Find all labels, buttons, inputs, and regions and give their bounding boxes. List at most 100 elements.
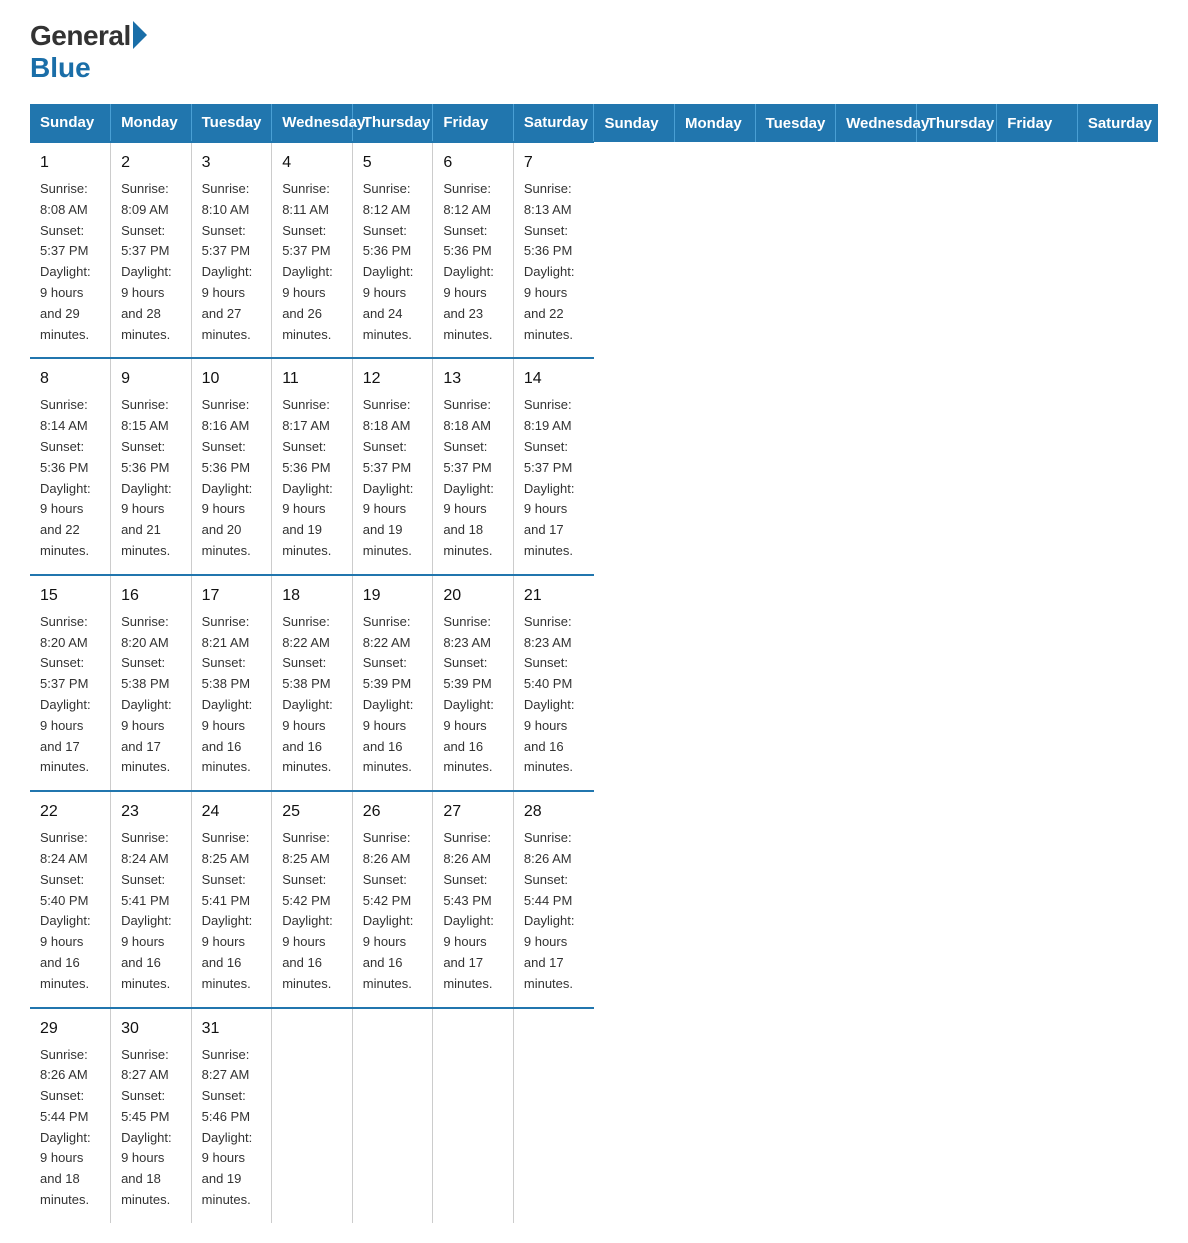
- col-header-saturday: Saturday: [1077, 104, 1158, 142]
- logo-arrow-icon: [133, 21, 147, 49]
- calendar-cell: [352, 1008, 433, 1223]
- calendar-cell: 26Sunrise: 8:26 AMSunset: 5:42 PMDayligh…: [352, 791, 433, 1007]
- col-header-friday: Friday: [433, 104, 514, 142]
- calendar-cell: 17 Sunrise: 8:21 AMSunset: 5:38 PMDayligh…: [191, 575, 272, 791]
- day-number: 21: [524, 584, 584, 608]
- day-info: Sunrise: 8:24 AMSunset: 5:40 PMDaylight:…: [40, 830, 91, 991]
- calendar-cell: 25 Sunrise: 8:25 AMSunset: 5:42 PMDayligh…: [272, 791, 353, 1007]
- col-header-wednesday: Wednesday: [836, 104, 917, 142]
- day-number: 17: [202, 584, 262, 608]
- calendar-cell: 9Sunrise: 8:15 AMSunset: 5:36 PMDaylight…: [111, 358, 192, 574]
- calendar-cell: 5 Sunrise: 8:12 AMSunset: 5:36 PMDaylight…: [352, 142, 433, 358]
- day-number: 23: [121, 800, 181, 824]
- day-info: Sunrise: 8:23 AMSunset: 5:40 PMDaylight:…: [524, 614, 575, 775]
- day-number: 16: [121, 584, 181, 608]
- day-info: Sunrise: 8:20 AMSunset: 5:37 PMDaylight:…: [40, 614, 91, 775]
- day-number: 7: [524, 151, 584, 175]
- day-number: 3: [202, 151, 262, 175]
- day-number: 11: [282, 367, 342, 391]
- page-header: General Blue: [30, 20, 1158, 84]
- day-number: 2: [121, 151, 181, 175]
- day-info: Sunrise: 8:08 AMSunset: 5:37 PMDaylight:…: [40, 181, 91, 342]
- day-number: 14: [524, 367, 584, 391]
- calendar-cell: 13Sunrise: 8:18 AMSunset: 5:37 PMDayligh…: [433, 358, 514, 574]
- day-info: Sunrise: 8:12 AMSunset: 5:36 PMDaylight:…: [363, 181, 414, 342]
- day-number: 1: [40, 151, 100, 175]
- calendar-cell: 24 Sunrise: 8:25 AMSunset: 5:41 PMDayligh…: [191, 791, 272, 1007]
- calendar-cell: 31 Sunrise: 8:27 AMSunset: 5:46 PMDayligh…: [191, 1008, 272, 1223]
- logo-blue-text: Blue: [30, 52, 91, 84]
- calendar-cell: 29Sunrise: 8:26 AMSunset: 5:44 PMDayligh…: [30, 1008, 111, 1223]
- col-header-tuesday: Tuesday: [755, 104, 836, 142]
- day-number: 24: [202, 800, 262, 824]
- col-header-friday: Friday: [997, 104, 1078, 142]
- col-header-thursday: Thursday: [352, 104, 433, 142]
- day-info: Sunrise: 8:27 AMSunset: 5:46 PMDaylight:…: [202, 1047, 253, 1208]
- calendar-cell: 4 Sunrise: 8:11 AMSunset: 5:37 PMDaylight…: [272, 142, 353, 358]
- day-info: Sunrise: 8:20 AMSunset: 5:38 PMDaylight:…: [121, 614, 172, 775]
- calendar-cell: 16 Sunrise: 8:20 AMSunset: 5:38 PMDayligh…: [111, 575, 192, 791]
- calendar-cell: 28Sunrise: 8:26 AMSunset: 5:44 PMDayligh…: [513, 791, 594, 1007]
- calendar-cell: 6Sunrise: 8:12 AMSunset: 5:36 PMDaylight…: [433, 142, 514, 358]
- day-info: Sunrise: 8:14 AMSunset: 5:36 PMDaylight:…: [40, 397, 91, 558]
- day-number: 12: [363, 367, 423, 391]
- calendar-cell: 12Sunrise: 8:18 AMSunset: 5:37 PMDayligh…: [352, 358, 433, 574]
- day-info: Sunrise: 8:21 AMSunset: 5:38 PMDaylight:…: [202, 614, 253, 775]
- calendar-cell: 7 Sunrise: 8:13 AMSunset: 5:36 PMDaylight…: [513, 142, 594, 358]
- day-info: Sunrise: 8:17 AMSunset: 5:36 PMDaylight:…: [282, 397, 333, 558]
- day-number: 19: [363, 584, 423, 608]
- day-info: Sunrise: 8:25 AMSunset: 5:42 PMDaylight:…: [282, 830, 333, 991]
- day-number: 27: [443, 800, 503, 824]
- day-number: 5: [363, 151, 423, 175]
- day-info: Sunrise: 8:22 AMSunset: 5:39 PMDaylight:…: [363, 614, 414, 775]
- calendar-header-row: SundayMondayTuesdayWednesdayThursdayFrid…: [30, 104, 1158, 142]
- day-info: Sunrise: 8:10 AMSunset: 5:37 PMDaylight:…: [202, 181, 253, 342]
- calendar-cell: [272, 1008, 353, 1223]
- day-info: Sunrise: 8:12 AMSunset: 5:36 PMDaylight:…: [443, 181, 494, 342]
- day-info: Sunrise: 8:09 AMSunset: 5:37 PMDaylight:…: [121, 181, 172, 342]
- calendar-cell: 2 Sunrise: 8:09 AMSunset: 5:37 PMDaylight…: [111, 142, 192, 358]
- calendar-table: SundayMondayTuesdayWednesdayThursdayFrid…: [30, 104, 1158, 1223]
- calendar-cell: 22 Sunrise: 8:24 AMSunset: 5:40 PMDayligh…: [30, 791, 111, 1007]
- day-number: 13: [443, 367, 503, 391]
- day-number: 26: [363, 800, 423, 824]
- day-number: 15: [40, 584, 100, 608]
- calendar-cell: 10Sunrise: 8:16 AMSunset: 5:36 PMDayligh…: [191, 358, 272, 574]
- calendar-cell: [433, 1008, 514, 1223]
- calendar-cell: 18 Sunrise: 8:22 AMSunset: 5:38 PMDayligh…: [272, 575, 353, 791]
- calendar-cell: 23 Sunrise: 8:24 AMSunset: 5:41 PMDayligh…: [111, 791, 192, 1007]
- day-info: Sunrise: 8:24 AMSunset: 5:41 PMDaylight:…: [121, 830, 172, 991]
- day-info: Sunrise: 8:15 AMSunset: 5:36 PMDaylight:…: [121, 397, 172, 558]
- day-number: 4: [282, 151, 342, 175]
- day-info: Sunrise: 8:23 AMSunset: 5:39 PMDaylight:…: [443, 614, 494, 775]
- logo-general-text: General: [30, 20, 131, 52]
- day-info: Sunrise: 8:13 AMSunset: 5:36 PMDaylight:…: [524, 181, 575, 342]
- col-header-wednesday: Wednesday: [272, 104, 353, 142]
- day-info: Sunrise: 8:27 AMSunset: 5:45 PMDaylight:…: [121, 1047, 172, 1208]
- day-number: 30: [121, 1017, 181, 1041]
- calendar-cell: 30 Sunrise: 8:27 AMSunset: 5:45 PMDayligh…: [111, 1008, 192, 1223]
- logo: General Blue: [30, 20, 147, 84]
- day-info: Sunrise: 8:26 AMSunset: 5:43 PMDaylight:…: [443, 830, 494, 991]
- calendar-week-2: 8 Sunrise: 8:14 AMSunset: 5:36 PMDaylight…: [30, 358, 1158, 574]
- col-header-thursday: Thursday: [916, 104, 997, 142]
- calendar-cell: 19 Sunrise: 8:22 AMSunset: 5:39 PMDayligh…: [352, 575, 433, 791]
- calendar-week-3: 15 Sunrise: 8:20 AMSunset: 5:37 PMDayligh…: [30, 575, 1158, 791]
- day-info: Sunrise: 8:19 AMSunset: 5:37 PMDaylight:…: [524, 397, 575, 558]
- day-number: 25: [282, 800, 342, 824]
- day-number: 18: [282, 584, 342, 608]
- day-number: 29: [40, 1017, 100, 1041]
- day-number: 8: [40, 367, 100, 391]
- calendar-week-5: 29Sunrise: 8:26 AMSunset: 5:44 PMDayligh…: [30, 1008, 1158, 1223]
- day-number: 31: [202, 1017, 262, 1041]
- day-number: 28: [524, 800, 584, 824]
- calendar-week-1: 1 Sunrise: 8:08 AMSunset: 5:37 PMDaylight…: [30, 142, 1158, 358]
- day-info: Sunrise: 8:22 AMSunset: 5:38 PMDaylight:…: [282, 614, 333, 775]
- calendar-cell: 27 Sunrise: 8:26 AMSunset: 5:43 PMDayligh…: [433, 791, 514, 1007]
- col-header-monday: Monday: [111, 104, 192, 142]
- calendar-cell: 11 Sunrise: 8:17 AMSunset: 5:36 PMDayligh…: [272, 358, 353, 574]
- day-info: Sunrise: 8:11 AMSunset: 5:37 PMDaylight:…: [282, 181, 333, 342]
- day-number: 22: [40, 800, 100, 824]
- day-info: Sunrise: 8:25 AMSunset: 5:41 PMDaylight:…: [202, 830, 253, 991]
- day-number: 20: [443, 584, 503, 608]
